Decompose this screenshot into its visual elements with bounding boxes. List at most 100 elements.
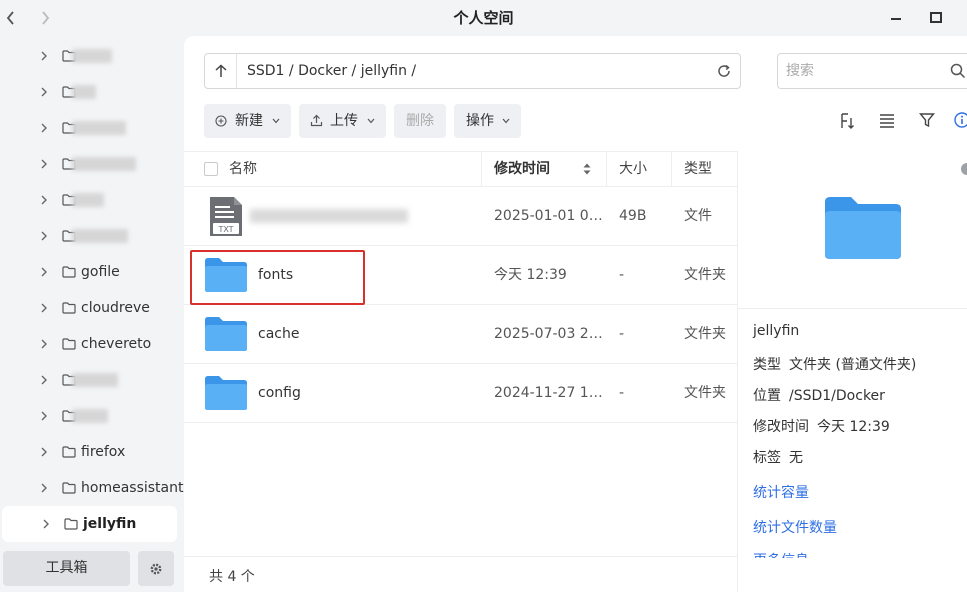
window-title: 个人空间 bbox=[453, 9, 514, 27]
chevron-right-icon[interactable] bbox=[38, 86, 50, 98]
sidebar-tree-item[interactable] bbox=[0, 38, 180, 74]
maximize-button[interactable] bbox=[927, 9, 945, 27]
delete-button[interactable]: 删除 bbox=[394, 104, 446, 138]
sidebar-tree-item[interactable]: cloudreve bbox=[0, 290, 180, 326]
chevron-right-icon[interactable] bbox=[38, 338, 50, 350]
filter-icon[interactable] bbox=[919, 112, 935, 128]
row-type: 文件夹 bbox=[684, 326, 726, 342]
chevron-right-icon[interactable] bbox=[38, 194, 50, 206]
chevron-right-icon[interactable] bbox=[38, 50, 50, 62]
stat-filecount-link[interactable]: 统计文件数量 bbox=[753, 517, 837, 537]
sidebar-tree-item[interactable]: chevereto bbox=[0, 326, 180, 362]
breadcrumb[interactable]: SSD1 / Docker / jellyfin / bbox=[247, 54, 416, 88]
column-size-header[interactable]: 大小 bbox=[619, 152, 647, 186]
sidebar-tree-item[interactable]: firefox bbox=[0, 434, 180, 470]
table-row[interactable]: cache 2025-07-03 2… - 文件夹 bbox=[184, 305, 737, 364]
column-type-header[interactable]: 类型 bbox=[684, 152, 712, 186]
sidebar-tree-item[interactable] bbox=[0, 74, 180, 110]
upload-button[interactable]: 上传 bbox=[299, 104, 386, 138]
chevron-right-icon[interactable] bbox=[38, 266, 50, 278]
refresh-icon[interactable] bbox=[716, 63, 732, 79]
info-icon[interactable] bbox=[954, 112, 967, 128]
column-name-header[interactable]: 名称 bbox=[229, 152, 257, 186]
sidebar-tree-item[interactable]: gofile bbox=[0, 254, 180, 290]
folder-outline-icon bbox=[62, 338, 76, 350]
chevron-right-icon[interactable] bbox=[38, 158, 50, 170]
row-size: - bbox=[619, 385, 625, 401]
row-size: - bbox=[619, 267, 625, 283]
sidebar-tree-item[interactable] bbox=[0, 146, 180, 182]
list-view-icon[interactable] bbox=[879, 112, 895, 128]
close-panel-icon[interactable] bbox=[961, 163, 967, 175]
chevron-right-icon[interactable] bbox=[40, 518, 52, 530]
row-name: cache bbox=[258, 326, 300, 342]
arrow-up-icon bbox=[214, 64, 227, 77]
selection-highlight bbox=[190, 250, 365, 305]
redacted-label bbox=[72, 373, 118, 387]
sort-arrows-icon[interactable] bbox=[582, 162, 592, 176]
sidebar-tree-label: cloudreve bbox=[81, 300, 150, 316]
select-all-checkbox[interactable] bbox=[204, 162, 218, 176]
sidebar-tree-item[interactable] bbox=[0, 362, 180, 398]
chevron-down-icon bbox=[272, 118, 280, 124]
chevron-right-icon[interactable] bbox=[38, 230, 50, 242]
row-type: 文件 bbox=[684, 208, 712, 224]
chevron-right-icon[interactable] bbox=[38, 482, 50, 494]
table-row[interactable]: config 2024-11-27 1… - 文件夹 bbox=[184, 364, 737, 423]
minimize-button[interactable] bbox=[887, 9, 905, 27]
settings-button[interactable] bbox=[138, 551, 174, 586]
table-header: 名称 修改时间 大小 类型 bbox=[184, 151, 737, 187]
sidebar-tree: gofile cloudreve chevereto firefox homeassis… bbox=[0, 36, 184, 546]
folder-outline-icon bbox=[62, 446, 76, 458]
sidebar-tree-item[interactable] bbox=[0, 218, 180, 254]
details-tag: 标签无 bbox=[753, 450, 803, 466]
chevron-down-icon bbox=[367, 118, 375, 124]
stat-capacity-link[interactable]: 统计容量 bbox=[753, 482, 809, 502]
new-button[interactable]: 新建 bbox=[204, 104, 291, 138]
row-size: - bbox=[619, 326, 625, 342]
sidebar-tree-item[interactable] bbox=[0, 182, 180, 218]
maximize-icon bbox=[930, 12, 942, 23]
row-type: 文件夹 bbox=[684, 267, 726, 283]
path-bar: SSD1 / Docker / jellyfin / bbox=[204, 53, 741, 89]
chevron-down-icon bbox=[502, 118, 510, 124]
upload-button-label: 上传 bbox=[330, 113, 358, 129]
search-input[interactable] bbox=[786, 54, 936, 88]
sidebar-tree-item[interactable] bbox=[0, 398, 180, 434]
toolbox-button[interactable]: 工具箱 bbox=[3, 551, 130, 586]
redacted-label bbox=[72, 193, 104, 207]
sidebar-tree-item[interactable]: homeassistant bbox=[0, 470, 184, 506]
sidebar-tree-label: gofile bbox=[81, 264, 120, 280]
row-name: config bbox=[258, 385, 301, 401]
table-row[interactable]: TXT 2025-01-01 0… 49B 文件 bbox=[184, 187, 737, 246]
more-info-link[interactable]: 更多信息 bbox=[753, 550, 809, 558]
redacted-label bbox=[72, 49, 112, 63]
minimize-icon bbox=[891, 18, 901, 20]
actions-button[interactable]: 操作 bbox=[454, 104, 521, 138]
plus-circle-icon bbox=[215, 115, 227, 127]
chevron-right-icon[interactable] bbox=[38, 122, 50, 134]
file-browser-main: SSD1 / Docker / jellyfin / 新建 上传 删除 操作 名… bbox=[184, 36, 967, 592]
path-up-button[interactable] bbox=[205, 54, 237, 88]
row-type: 文件夹 bbox=[684, 385, 726, 401]
sidebar-tree-item[interactable]: jellyfin bbox=[2, 506, 177, 542]
search-icon[interactable] bbox=[950, 63, 966, 79]
chevron-right-icon[interactable] bbox=[38, 446, 50, 458]
column-mtime-header[interactable]: 修改时间 bbox=[494, 152, 550, 186]
sidebar-tree-item[interactable] bbox=[0, 110, 180, 146]
details-location: 位置/SSD1/Docker bbox=[753, 388, 885, 404]
sidebar-tree-label: chevereto bbox=[81, 336, 152, 352]
row-mtime: 今天 12:39 bbox=[494, 267, 567, 283]
gear-icon bbox=[150, 563, 162, 574]
row-mtime: 2025-01-01 0… bbox=[494, 208, 603, 224]
redacted-label bbox=[72, 85, 96, 99]
item-count: 共 4 个 bbox=[209, 569, 255, 585]
sidebar-tree-label: homeassistant bbox=[81, 480, 184, 496]
sort-icon[interactable] bbox=[839, 112, 855, 130]
folder-outline-icon bbox=[64, 518, 78, 530]
chevron-right-icon[interactable] bbox=[38, 302, 50, 314]
chevron-right-icon[interactable] bbox=[38, 410, 50, 422]
chevron-right-icon[interactable] bbox=[38, 374, 50, 386]
txt-file-icon-label: TXT bbox=[217, 225, 233, 234]
folder-icon bbox=[205, 317, 247, 351]
